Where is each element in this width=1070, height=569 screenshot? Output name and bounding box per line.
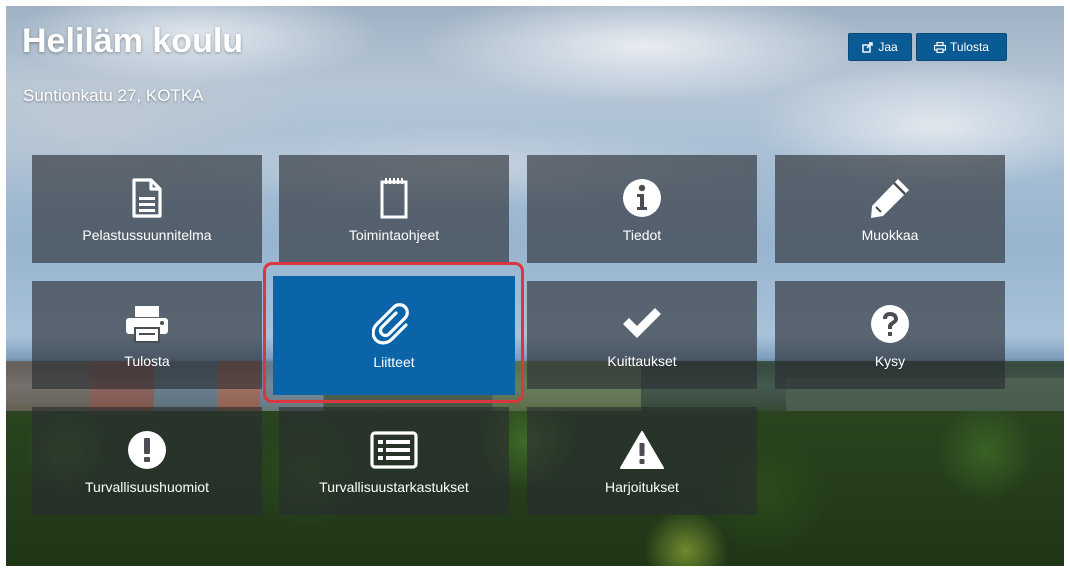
- tile-pelastussuunnitelma[interactable]: Pelastussuunnitelma: [32, 155, 262, 263]
- printer-icon: [124, 301, 170, 347]
- hero-background: Heliläm koulu Suntionkatu 27, KOTKA Jaa …: [6, 6, 1064, 566]
- page-address: Suntionkatu 27, KOTKA: [23, 86, 204, 105]
- tile-harjoitukset[interactable]: Harjoitukset: [527, 407, 757, 515]
- tile-label: Kuittaukset: [607, 353, 677, 369]
- checkmark-icon: [620, 301, 664, 347]
- print-button-label: Tulosta: [950, 40, 989, 54]
- tile-kuittaukset[interactable]: Kuittaukset: [527, 281, 757, 389]
- tile-tulosta[interactable]: Tulosta: [32, 281, 262, 389]
- page-title: Heliläm koulu: [22, 22, 244, 60]
- tile-toimintaohjeet[interactable]: Toimintaohjeet: [279, 155, 509, 263]
- tile-label: Muokkaa: [861, 227, 919, 243]
- document-icon: [131, 175, 163, 221]
- tile-label: Turvallisuushuomiot: [85, 479, 209, 495]
- tile-label: Toimintaohjeet: [348, 227, 440, 243]
- exclamation-icon: [127, 427, 167, 473]
- notepad-icon: [380, 175, 408, 221]
- share-icon: [862, 41, 874, 53]
- tile-label: Tiedot: [622, 227, 662, 243]
- info-icon: [622, 175, 662, 221]
- print-button[interactable]: Tulosta: [916, 33, 1007, 61]
- tile-muokkaa[interactable]: Muokkaa: [775, 155, 1005, 263]
- tile-label: Liitteet: [373, 353, 415, 370]
- tile-label: Turvallisuustarkastukset: [319, 479, 469, 495]
- share-button-label: Jaa: [878, 40, 898, 54]
- tile-label: Tulosta: [124, 353, 170, 369]
- paperclip-icon: [372, 302, 416, 348]
- warning-icon: [619, 427, 665, 473]
- tile-tiedot[interactable]: Tiedot: [527, 155, 757, 263]
- tile-turvallisuushuomiot[interactable]: Turvallisuushuomiot: [32, 407, 262, 515]
- tile-liitteet[interactable]: Liitteet: [273, 276, 515, 395]
- share-button[interactable]: Jaa: [848, 33, 912, 61]
- tile-kysy[interactable]: Kysy: [775, 281, 1005, 389]
- question-icon: [870, 301, 910, 347]
- printer-small-icon: [934, 41, 947, 53]
- tile-turvallisuustarkastukset[interactable]: Turvallisuustarkastukset: [279, 407, 509, 515]
- tile-label: Kysy: [874, 353, 906, 369]
- list-icon: [370, 427, 418, 473]
- tile-label: Harjoitukset: [605, 479, 679, 495]
- pencil-icon: [868, 175, 912, 221]
- tile-label: Pelastussuunnitelma: [82, 227, 212, 243]
